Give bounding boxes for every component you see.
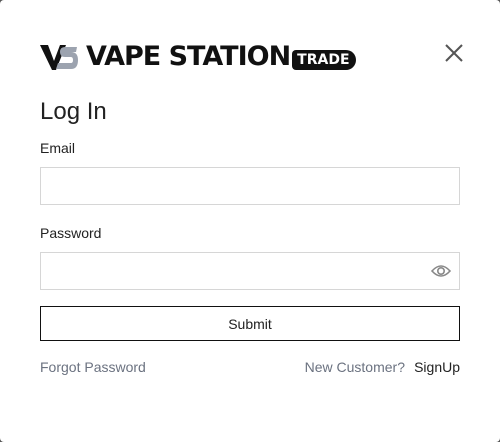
login-modal: VAPE STATION TRADE Log In Email Password… — [0, 0, 500, 442]
signup-link[interactable]: SignUp — [414, 359, 460, 375]
vs-logo-mark-icon — [40, 45, 78, 70]
submit-button[interactable]: Submit — [40, 306, 460, 341]
brand-name: VAPE STATION — [86, 41, 291, 72]
brand-logo: VAPE STATION TRADE — [40, 42, 356, 72]
email-field[interactable] — [40, 167, 460, 205]
forgot-password-link[interactable]: Forgot Password — [40, 359, 146, 375]
email-label: Email — [40, 140, 76, 156]
close-icon[interactable] — [443, 42, 465, 64]
brand-badge: TRADE — [292, 50, 356, 70]
eye-icon[interactable] — [431, 263, 451, 279]
new-customer-text: New Customer? — [304, 359, 405, 375]
password-field[interactable] — [40, 252, 460, 290]
password-label: Password — [40, 225, 102, 241]
page-title: Log In — [40, 98, 107, 125]
